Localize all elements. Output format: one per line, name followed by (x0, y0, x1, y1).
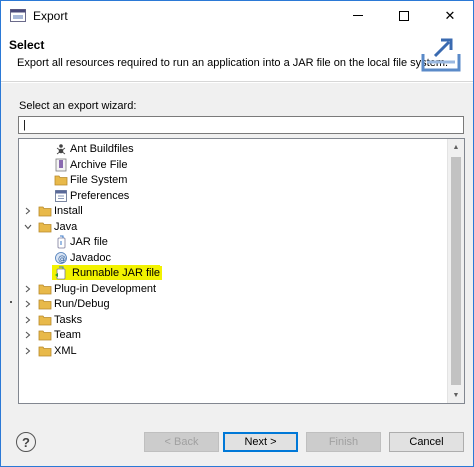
page-description: Export all resources required to run an … (17, 57, 449, 69)
export-jar-icon (421, 38, 461, 72)
tree-item-label: Install (54, 205, 83, 217)
tree-item-label: Run/Debug (54, 298, 110, 310)
tree-item-file-system[interactable]: File System (19, 172, 444, 188)
tree-item-label: Ant Buildfiles (70, 143, 134, 155)
folder-icon (38, 344, 52, 358)
wizard-filter-input[interactable] (18, 116, 464, 134)
maximize-button[interactable] (381, 1, 427, 30)
window-title: Export (33, 9, 68, 23)
chevron-right-icon[interactable] (23, 206, 33, 216)
wizard-header: Select Export all resources required to … (1, 30, 473, 82)
folder-icon (38, 313, 52, 327)
wizard-body: Select an export wizard: XML Team Tasks Run… (1, 83, 473, 419)
close-icon: ✕ (444, 7, 456, 23)
folder-icon (38, 328, 52, 342)
chevron-right-icon[interactable] (23, 330, 33, 340)
tree-item-label: Runnable JAR file (70, 266, 163, 280)
scroll-down-icon[interactable]: ▼ (448, 387, 464, 403)
tree-item-label: Java (54, 220, 78, 233)
tree-item-label: Plug-in Development (54, 282, 157, 295)
wizard-footer: ? < Back Next > Finish Cancel (1, 419, 473, 466)
preferences-icon (54, 189, 68, 203)
tree-item-label: Javadoc (70, 251, 111, 264)
tree-item-xml[interactable]: XML (19, 343, 444, 359)
export-wizard-label: Select an export wizard: (19, 100, 137, 112)
finish-button[interactable]: Finish (306, 432, 381, 452)
tree-item-label: JAR file (70, 236, 108, 248)
chevron-right-icon[interactable] (23, 346, 33, 356)
scroll-up-icon[interactable]: ▲ (448, 139, 464, 155)
chevron-right-icon[interactable] (23, 315, 33, 325)
tree-item-archive-file[interactable]: Archive File (19, 157, 444, 173)
tree-vertical-scrollbar[interactable]: ▲ ▼ (447, 139, 464, 403)
javadoc-icon: @ (54, 251, 68, 265)
tree-item-run-debug[interactable]: Run/Debug (19, 296, 444, 312)
export-wizard-tree[interactable]: XML Team Tasks Run/Debug Plug-in Development… (18, 138, 465, 404)
folder-icon (54, 173, 68, 187)
help-button[interactable]: ? (16, 432, 36, 452)
tree-item-plug-in-development[interactable]: Plug-in Development (19, 281, 444, 297)
svg-text:@: @ (58, 254, 66, 263)
ant-icon (54, 142, 68, 156)
archive-icon (54, 158, 68, 172)
jar-icon (54, 235, 68, 249)
tree-item-label: Tasks (54, 313, 83, 326)
page-title: Select (9, 38, 45, 52)
cancel-button[interactable]: Cancel (389, 432, 464, 452)
tree-item-install[interactable]: Install (19, 203, 444, 219)
eclipse-window-icon (10, 9, 26, 22)
help-icon: ? (22, 434, 30, 450)
tree-item-preferences[interactable]: Preferences (19, 188, 444, 204)
back-button[interactable]: < Back (144, 432, 219, 452)
folder-icon (38, 297, 52, 311)
tree-item-team[interactable]: Team (19, 327, 444, 343)
scroll-thumb[interactable] (451, 157, 461, 385)
minimize-icon (353, 15, 363, 16)
tree-item-label: XML (54, 344, 77, 357)
minimize-button[interactable] (335, 1, 381, 30)
next-button[interactable]: Next > (223, 432, 298, 452)
tree-item-tasks[interactable]: Tasks (19, 312, 444, 328)
folder-icon (38, 282, 52, 296)
folder-icon (38, 220, 52, 234)
close-button[interactable]: ✕ (427, 1, 473, 30)
folder-icon (38, 204, 52, 218)
chevron-right-icon[interactable] (23, 284, 33, 294)
sash-dot (10, 301, 12, 303)
maximize-icon (399, 10, 409, 21)
tree-item-java[interactable]: Java (19, 219, 444, 235)
tree-item-javadoc[interactable]: @ Javadoc (19, 250, 444, 266)
tree-item-runnable-jar-file[interactable]: Runnable JAR file (19, 265, 444, 281)
tree-item-label: Archive File (70, 158, 128, 171)
chevron-down-icon[interactable] (23, 222, 33, 232)
tree-item-ant-buildfiles[interactable]: Ant Buildfiles (19, 141, 444, 157)
tree-item-label: Team (54, 329, 81, 341)
tree-item-jar-file[interactable]: JAR file (19, 234, 444, 250)
export-dialog: Export ✕ Select Export all resources req… (0, 0, 474, 467)
chevron-right-icon[interactable] (23, 299, 33, 309)
title-bar[interactable]: Export ✕ (1, 1, 473, 30)
runnable-jar-icon (54, 266, 68, 280)
tree-item-label: File System (70, 174, 128, 186)
tree-item-label: Preferences (70, 189, 130, 202)
